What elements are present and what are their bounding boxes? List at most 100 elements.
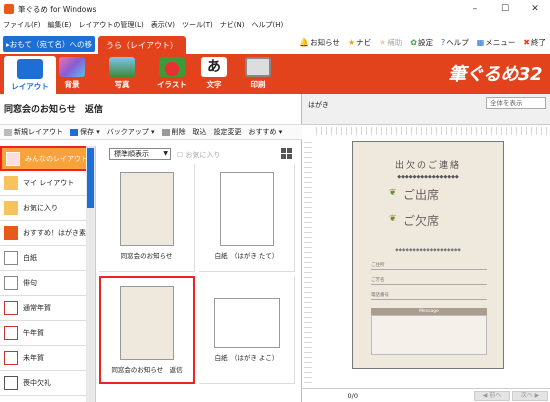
preview-canvas[interactable]: 出欠のご連絡 ◆◆◆◆◆◆◆◆◆◆◆◆◆◆◆◆ ❦ ご出席 ❦ ご欠席 ◆◆◆◆… bbox=[302, 124, 550, 388]
layout-preview-image bbox=[219, 172, 274, 246]
toplink-assist[interactable]: ★補助 bbox=[379, 37, 402, 48]
printer-icon bbox=[245, 57, 271, 77]
bell-icon: 🔔 bbox=[299, 38, 310, 47]
action-bar: 新規レイアウト 保存 ▾ バックアップ ▾ 削除 取込 設定変更 おすすめ ▾ bbox=[0, 124, 302, 140]
layout-preview-image bbox=[120, 286, 174, 360]
category-haiku[interactable]: 俳句 bbox=[0, 271, 95, 296]
card-absent: ご欠席 bbox=[403, 214, 440, 228]
menu-help[interactable]: ヘルプ(H) bbox=[251, 20, 283, 30]
new-layout-button[interactable]: 新規レイアウト bbox=[4, 127, 63, 137]
preview-panel: はがき 全体を表示 出欠のご連絡 ◆◆◆◆◆◆◆◆◆◆◆◆◆◆◆◆ ❦ ご出席 … bbox=[302, 94, 550, 402]
top-links: 🔔お知らせ ★ナビ ★補助 ✿設定 ?ヘルプ ▦メニュー ✖終了 bbox=[299, 37, 546, 48]
delete-button[interactable]: 削除 bbox=[161, 127, 186, 137]
menu-tools[interactable]: ツール(T) bbox=[182, 20, 213, 30]
leaf-icon: ❦ bbox=[389, 214, 397, 224]
close-window-button[interactable]: ✕ bbox=[520, 0, 550, 18]
category-blank[interactable]: 白紙 bbox=[0, 246, 95, 271]
card-icon bbox=[4, 276, 18, 290]
horizontal-ruler bbox=[316, 127, 548, 135]
save-button[interactable]: 保存 ▾ bbox=[70, 127, 100, 137]
layout-preview-image bbox=[213, 298, 280, 348]
card-field: 電話番号 bbox=[371, 292, 487, 300]
card-message-label: Message bbox=[371, 308, 487, 315]
import-button[interactable]: 取込 bbox=[193, 127, 207, 137]
newyear-card-icon bbox=[4, 301, 18, 315]
recommend-button[interactable]: おすすめ ▾ bbox=[249, 127, 283, 137]
menu-layout-manage[interactable]: レイアウトの管理(L) bbox=[78, 20, 143, 30]
maximize-button[interactable]: ☐ bbox=[490, 0, 520, 18]
category-horse-newyear[interactable]: 午年賀 bbox=[0, 321, 95, 346]
category-normal-newyear[interactable]: 通常年賀 bbox=[0, 296, 95, 321]
menu-icon: ▦ bbox=[476, 38, 485, 47]
help-icon: ? bbox=[440, 38, 446, 47]
menu-file[interactable]: ファイル(F) bbox=[3, 20, 41, 30]
paper-type-label: はがき bbox=[308, 101, 329, 109]
card-note: ◆◆◆◆◆◆◆◆◆◆◆◆◆◆◆◆◆◆◆ bbox=[395, 248, 461, 253]
layout-thumb[interactable]: 白紙 （はがき たて） bbox=[199, 164, 295, 272]
menu-edit[interactable]: 編集(E) bbox=[48, 20, 72, 30]
zoom-select[interactable]: 全体を表示 bbox=[486, 97, 546, 109]
app-icon bbox=[4, 4, 14, 14]
scrollbar-thumb[interactable] bbox=[87, 148, 94, 208]
category-mourning[interactable]: 喪中欠礼 bbox=[0, 371, 95, 396]
menu-bar: ファイル(F) 編集(E) レイアウトの管理(L) 表示(V) ツール(T) ナ… bbox=[0, 18, 550, 32]
vertical-ruler bbox=[304, 139, 312, 383]
page-indicator: 0/0 bbox=[347, 391, 358, 400]
toolbar-photo-button[interactable]: 写真 bbox=[96, 56, 148, 92]
category-favorites[interactable]: お気に入り bbox=[0, 196, 95, 221]
toplink-exit[interactable]: ✖終了 bbox=[523, 37, 546, 48]
tab-back-layout[interactable]: うら（レイアウト） bbox=[98, 36, 186, 54]
toplink-news[interactable]: 🔔お知らせ bbox=[299, 37, 340, 48]
illustration-icon bbox=[159, 57, 185, 77]
layout-panel: 同窓会のお知らせ 返信 新規レイアウト 保存 ▾ バックアップ ▾ 削除 取込 … bbox=[0, 94, 302, 402]
window-title: 筆ぐるめ for Windows bbox=[18, 4, 97, 14]
blank-card-icon bbox=[4, 251, 18, 265]
newyear-card-icon bbox=[4, 351, 18, 365]
grid-view-icon[interactable] bbox=[281, 148, 292, 159]
layout-preview-image bbox=[119, 172, 174, 246]
text-icon: あ bbox=[201, 57, 227, 77]
menu-navi[interactable]: ナビ(N) bbox=[220, 20, 245, 30]
chevron-down-icon: ▼ bbox=[163, 150, 168, 157]
tab-front-address[interactable]: ▸おもて（宛て名）への移 bbox=[3, 36, 95, 52]
toplink-menu[interactable]: ▦メニュー bbox=[477, 37, 516, 48]
card-attend: ご出席 bbox=[403, 188, 440, 202]
postcard-preview[interactable]: 出欠のご連絡 ◆◆◆◆◆◆◆◆◆◆◆◆◆◆◆◆ ❦ ご出席 ❦ ご欠席 ◆◆◆◆… bbox=[352, 141, 504, 369]
category-recommended-postcard[interactable]: おすすめ！はがき素材 bbox=[0, 221, 95, 246]
menu-view[interactable]: 表示(V) bbox=[151, 20, 175, 30]
layout-thumb-selected[interactable]: 同窓会のお知らせ 返信 bbox=[99, 276, 195, 384]
recommend-icon bbox=[4, 226, 18, 240]
star-folder-icon bbox=[4, 201, 18, 215]
brand-logo: 筆ぐるめ32 bbox=[448, 64, 542, 85]
category-my-layout[interactable]: マイ レイアウト bbox=[0, 171, 95, 196]
prev-page-button[interactable]: ◀ 前へ bbox=[474, 391, 510, 401]
toplink-help[interactable]: ?ヘルプ bbox=[441, 37, 469, 48]
toolbar-background-button[interactable]: 背景 bbox=[46, 56, 98, 92]
card-message-box bbox=[371, 315, 487, 355]
sort-select[interactable]: 標準順表示 ▼ bbox=[109, 148, 171, 160]
panel-title: 同窓会のお知らせ 返信 bbox=[4, 105, 103, 115]
folder-icon bbox=[6, 151, 20, 166]
backup-button[interactable]: バックアップ ▾ bbox=[107, 127, 155, 137]
preview-footer: 0/0 ◀ 前へ 次へ ▶ bbox=[302, 388, 550, 402]
card-field: ご住所 bbox=[371, 262, 487, 270]
close-icon: ✖ bbox=[523, 38, 530, 47]
layout-thumb[interactable]: 同窓会のお知らせ bbox=[99, 164, 195, 272]
newyear-card-icon bbox=[4, 326, 18, 340]
mourning-card-icon bbox=[4, 376, 18, 390]
toplink-settings[interactable]: ✿設定 bbox=[410, 37, 433, 48]
new-file-icon bbox=[4, 128, 12, 136]
category-scrollbar[interactable] bbox=[86, 146, 95, 402]
toolbar-print-button[interactable]: 印刷 bbox=[232, 56, 284, 92]
card-heading: 出欠のご連絡 bbox=[394, 161, 461, 171]
toplink-navi[interactable]: ★ナビ bbox=[348, 37, 371, 48]
layout-thumb[interactable]: 白紙 （はがき よこ） bbox=[199, 276, 295, 384]
settings-change-button[interactable]: 設定変更 bbox=[214, 127, 242, 137]
category-everyone-layout[interactable]: みんなのレイアウト bbox=[0, 146, 95, 171]
category-sheep-newyear[interactable]: 未年賀 bbox=[0, 346, 95, 371]
next-page-button[interactable]: 次へ ▶ bbox=[512, 391, 548, 401]
photo-icon bbox=[109, 57, 135, 77]
favorites-filter[interactable]: ☐ お気に入り bbox=[177, 150, 221, 160]
minimize-button[interactable]: – bbox=[460, 0, 490, 18]
tab-row: ▸おもて（宛て名）への移 うら（レイアウト） 🔔お知らせ ★ナビ ★補助 ✿設定… bbox=[0, 32, 550, 54]
